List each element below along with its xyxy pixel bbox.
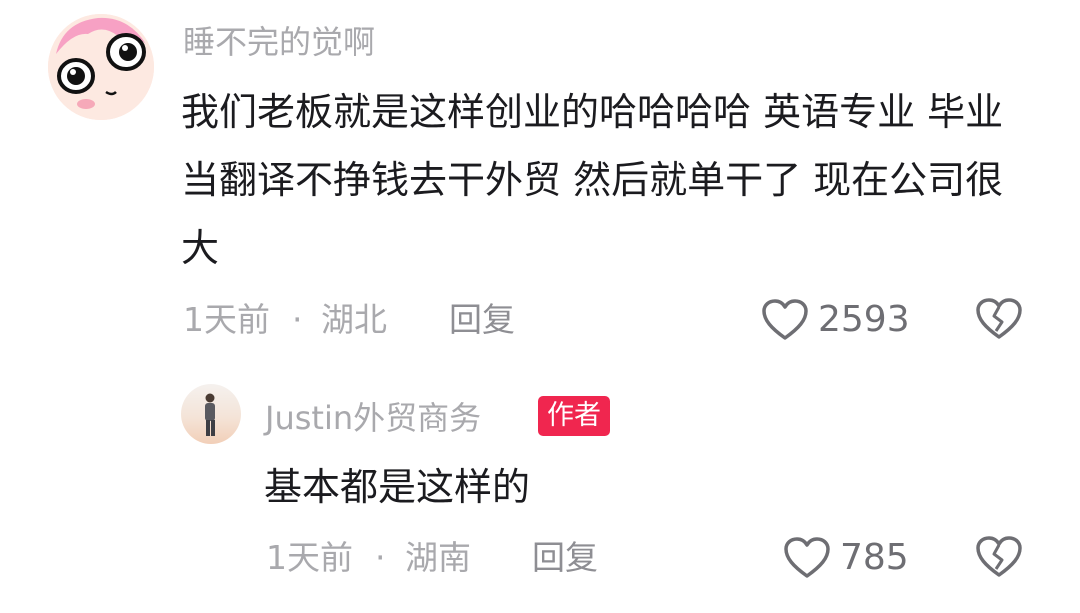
broken-heart-icon (976, 536, 1022, 577)
heart-outline-icon (762, 299, 808, 340)
avatar[interactable] (181, 384, 241, 444)
heart-outline-icon (784, 537, 830, 578)
comment-username[interactable]: 睡不完的觉啊 (183, 22, 375, 62)
dislike-button[interactable] (975, 297, 1023, 341)
like-button[interactable] (783, 536, 831, 580)
author-badge: 作者 (538, 396, 610, 436)
reply-text: 基本都是这样的 (264, 465, 531, 509)
broken-heart-icon (976, 298, 1022, 339)
reply-button[interactable]: 回复 (449, 300, 515, 340)
comment-time: 1天前 (183, 300, 270, 339)
avatar[interactable] (48, 14, 154, 120)
comment-location: 湖北 (321, 300, 387, 339)
meta-separator: · (292, 300, 303, 339)
reply-username[interactable]: Justin外贸商务 (265, 398, 481, 438)
reply-location: 湖南 (405, 538, 471, 577)
meta-separator: · (375, 538, 386, 577)
reply-time: 1天前 (266, 538, 353, 577)
dislike-button[interactable] (975, 535, 1023, 579)
comment-text: 我们老板就是这样创业的哈哈哈哈 英语专业 毕业当翻译不挣钱去干外贸 然后就单干了… (181, 90, 1004, 270)
like-count: 785 (840, 537, 909, 578)
reply-button[interactable]: 回复 (532, 538, 598, 578)
like-count: 2593 (818, 299, 910, 340)
like-button[interactable] (761, 298, 809, 342)
